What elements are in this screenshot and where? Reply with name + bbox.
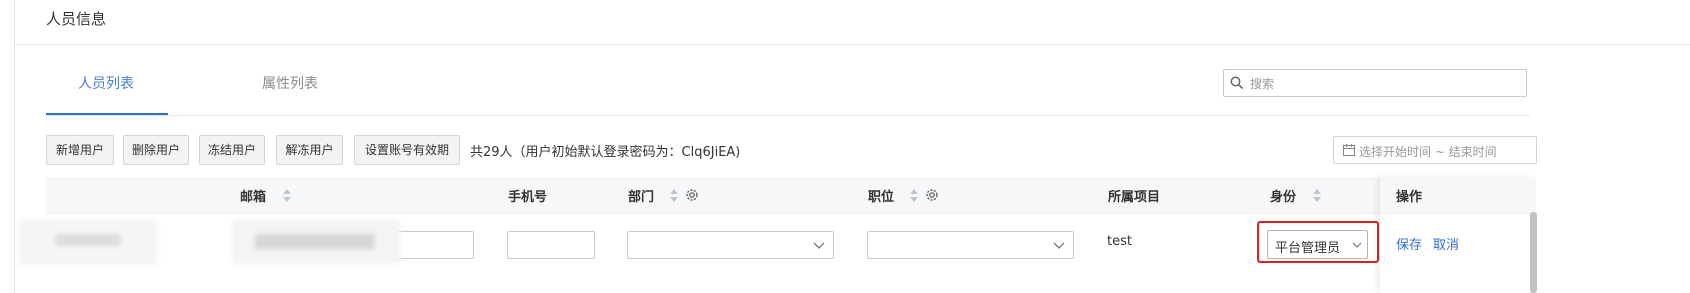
department-select[interactable] — [627, 231, 834, 259]
tabs-divider — [46, 115, 1530, 116]
delete-user-button[interactable]: 删除用户 — [123, 135, 189, 165]
calendar-icon — [1342, 144, 1356, 157]
role-highlight-box — [1257, 221, 1379, 263]
search-box[interactable] — [1223, 69, 1527, 97]
email-sort-icon[interactable] — [283, 189, 291, 203]
column-email: 邮箱 — [240, 190, 267, 205]
cancel-link[interactable]: 取消 — [1433, 234, 1459, 253]
role-sort-icon[interactable] — [1313, 189, 1321, 203]
column-department: 部门 — [628, 190, 655, 205]
column-phone: 手机号 — [508, 190, 548, 205]
position-sort-icon[interactable] — [910, 189, 918, 203]
tab-people-list[interactable]: 人员列表 — [78, 73, 134, 93]
freeze-user-button[interactable]: 冻结用户 — [199, 135, 265, 165]
position-settings-gear-icon[interactable] — [925, 188, 939, 202]
unfreeze-user-button[interactable]: 解冻用户 — [276, 135, 343, 165]
column-position: 职位 — [868, 190, 895, 205]
redacted-username — [55, 234, 121, 246]
add-user-button[interactable]: 新增用户 — [46, 135, 114, 165]
date-range-placeholder: 选择开始时间 ~ 结束时间 — [1359, 145, 1497, 159]
tab-attribute-list[interactable]: 属性列表 — [262, 73, 318, 93]
phone-field[interactable] — [507, 231, 595, 259]
department-settings-gear-icon[interactable] — [685, 188, 699, 202]
vertical-scrollbar[interactable] — [1530, 212, 1537, 293]
page-title: 人员信息 — [46, 10, 107, 28]
position-select[interactable] — [867, 231, 1074, 259]
search-icon — [1230, 76, 1244, 90]
date-range-picker[interactable]: 选择开始时间 ~ 结束时间 — [1333, 136, 1537, 164]
title-divider — [15, 44, 1690, 45]
project-value: test — [1107, 234, 1132, 249]
redacted-email — [255, 234, 375, 249]
set-validity-button[interactable]: 设置账号有效期 — [354, 135, 460, 165]
column-actions: 操作 — [1396, 190, 1423, 205]
email-field[interactable] — [394, 231, 474, 259]
search-input[interactable] — [1248, 73, 1522, 95]
department-sort-icon[interactable] — [670, 189, 678, 203]
column-role: 身份 — [1270, 190, 1297, 205]
save-link[interactable]: 保存 — [1396, 234, 1422, 253]
chevron-down-icon — [1053, 242, 1065, 249]
column-project: 所属项目 — [1108, 190, 1161, 205]
user-count-summary: 共29人（用户初始默认登录密码为：Clq6JiEA) — [470, 145, 741, 160]
chevron-down-icon — [813, 242, 825, 249]
